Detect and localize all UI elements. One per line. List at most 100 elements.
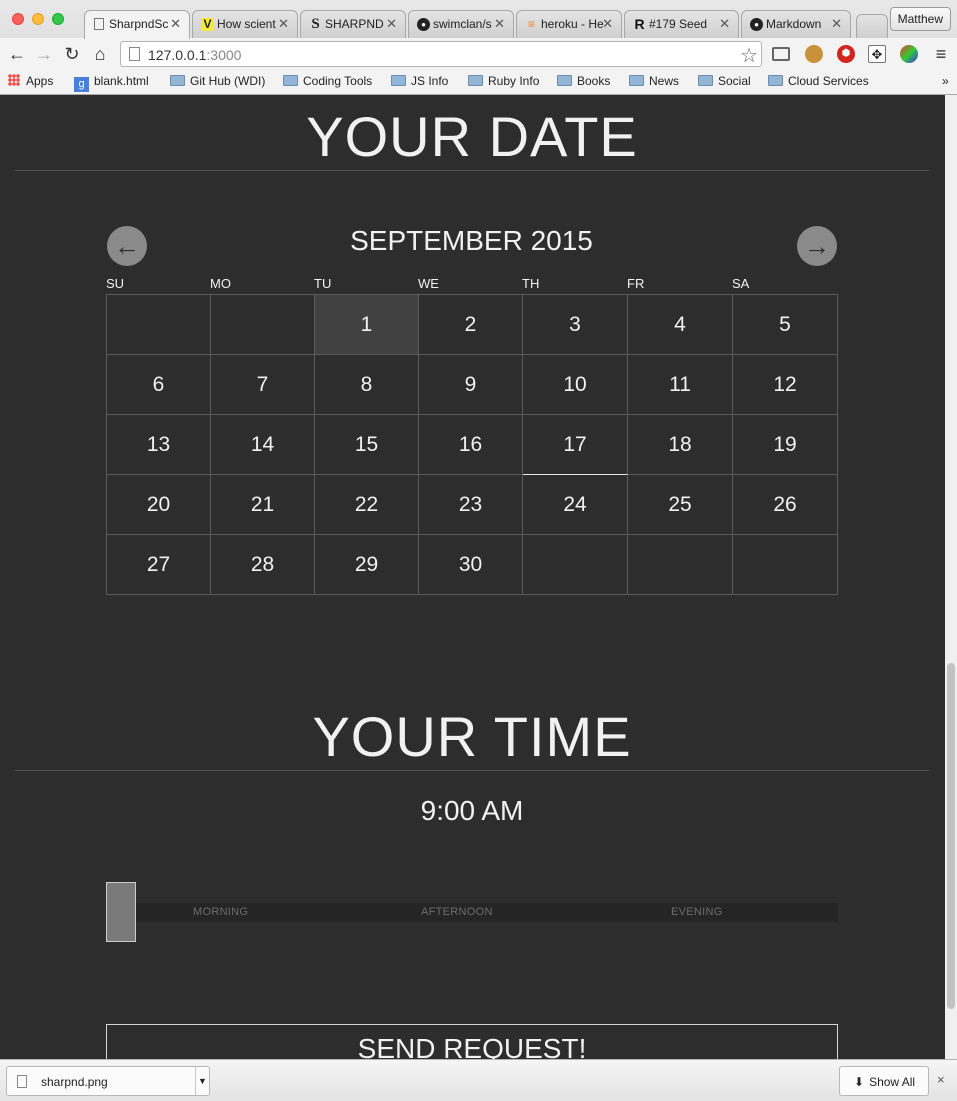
bookmark-label: Coding Tools xyxy=(303,74,373,88)
bookmark-books[interactable]: Books xyxy=(557,74,610,88)
menu-icon[interactable]: ≡ xyxy=(930,43,952,65)
calendar-day[interactable]: 15 xyxy=(315,415,419,475)
calendar-day[interactable]: 9 xyxy=(419,355,523,415)
tab-heroku[interactable]: ≡ heroku - He ✕ xyxy=(516,10,622,38)
page-icon xyxy=(94,18,104,30)
calendar-day[interactable]: 21 xyxy=(211,475,315,535)
page-scrollbar[interactable] xyxy=(945,95,957,1059)
more-bookmarks-icon[interactable]: » xyxy=(942,74,949,88)
calendar-day[interactable]: 1 xyxy=(315,295,419,355)
calendar-day[interactable]: 28 xyxy=(211,535,315,595)
calendar-day[interactable]: 6 xyxy=(107,355,211,415)
tab-how-scient[interactable]: V How scient ✕ xyxy=(192,10,298,38)
close-tab-icon[interactable]: ✕ xyxy=(170,16,181,32)
close-tab-icon[interactable]: ✕ xyxy=(831,16,842,32)
folder-icon xyxy=(468,75,483,86)
tab-sharpnd[interactable]: S SHARPND ✕ xyxy=(300,10,406,38)
calendar-day[interactable]: 18 xyxy=(628,415,733,475)
bookmark-cloud-services[interactable]: Cloud Services xyxy=(768,74,869,88)
calendar-day[interactable]: 24 xyxy=(523,475,628,535)
calendar-day[interactable]: 2 xyxy=(419,295,523,355)
address-bar[interactable]: 127.0.0.1:3000 ☆ xyxy=(120,41,762,67)
calendar-day[interactable]: 26 xyxy=(733,475,838,535)
bookmark-apps[interactable]: Apps xyxy=(8,74,53,88)
folder-icon xyxy=(629,75,644,86)
calendar-day[interactable]: 29 xyxy=(315,535,419,595)
show-all-downloads-button[interactable]: ⬇ Show All xyxy=(839,1066,929,1096)
tab-sharpndsc[interactable]: SharpndSc ✕ xyxy=(84,10,190,39)
calendar-empty-cell xyxy=(523,535,628,595)
time-slider-track[interactable]: MORNING AFTERNOON EVENING xyxy=(106,903,838,922)
calendar-day[interactable]: 12 xyxy=(733,355,838,415)
send-request-button[interactable]: SEND REQUEST! xyxy=(106,1024,838,1059)
calendar-day[interactable]: 7 xyxy=(211,355,315,415)
close-window-icon[interactable] xyxy=(12,13,24,25)
close-tab-icon[interactable]: ✕ xyxy=(494,16,505,32)
calendar-day[interactable]: 23 xyxy=(419,475,523,535)
calendar-day[interactable]: 19 xyxy=(733,415,838,475)
next-month-button[interactable]: → xyxy=(797,226,837,266)
calendar-day[interactable]: 30 xyxy=(419,535,523,595)
close-tab-icon[interactable]: ✕ xyxy=(719,16,730,32)
calendar-day[interactable]: 27 xyxy=(107,535,211,595)
minimize-window-icon[interactable] xyxy=(32,13,44,25)
bookmark-ruby-info[interactable]: Ruby Info xyxy=(468,74,539,88)
chevron-down-icon[interactable]: ▼ xyxy=(195,1067,209,1095)
selected-time: 9:00 AM xyxy=(420,795,524,826)
colorpicker-icon[interactable] xyxy=(900,45,918,63)
bookmark-coding-tools[interactable]: Coding Tools xyxy=(283,74,372,88)
bookmark-star-icon[interactable]: ☆ xyxy=(740,43,758,68)
calendar-day[interactable]: 13 xyxy=(107,415,211,475)
tab-markdown[interactable]: ● Markdown ✕ xyxy=(741,10,851,38)
forward-icon[interactable]: → xyxy=(33,43,55,65)
calendar-day[interactable]: 14 xyxy=(211,415,315,475)
weekday-label: TU xyxy=(314,276,332,291)
calendar-day[interactable]: 17 xyxy=(523,415,628,475)
calendar-day[interactable]: 5 xyxy=(733,295,838,355)
bookmark-git-hub-wdi[interactable]: Git Hub (WDI) xyxy=(170,74,265,88)
folder-icon xyxy=(391,75,406,86)
download-item[interactable]: sharpnd.png ▼ xyxy=(6,1066,210,1096)
close-tab-icon[interactable]: ✕ xyxy=(386,16,397,32)
calendar-day[interactable]: 16 xyxy=(419,415,523,475)
bookmark-social[interactable]: Social xyxy=(698,74,751,88)
bookmark-news[interactable]: News xyxy=(629,74,679,88)
adblock-icon[interactable]: ⬢ xyxy=(837,45,855,63)
url-text[interactable]: 127.0.0.1:3000 xyxy=(148,47,241,63)
close-tab-icon[interactable]: ✕ xyxy=(602,16,613,32)
date-section-title: YOUR DATE xyxy=(15,103,929,171)
home-icon[interactable]: ⌂ xyxy=(89,43,111,65)
reload-icon[interactable]: ↻ xyxy=(61,43,83,65)
tab-swimclan[interactable]: ● swimclan/s ✕ xyxy=(408,10,514,38)
bookmark-label: Cloud Services xyxy=(788,74,869,88)
maximize-window-icon[interactable] xyxy=(52,13,64,25)
scrollbar-thumb[interactable] xyxy=(947,663,955,1009)
cookie-icon[interactable] xyxy=(805,45,823,63)
time-section-title: YOUR TIME xyxy=(15,703,929,771)
profile-button[interactable]: Matthew xyxy=(889,7,951,31)
cast-icon[interactable] xyxy=(772,47,790,61)
back-icon[interactable]: ← xyxy=(6,43,28,65)
calendar-day[interactable]: 22 xyxy=(315,475,419,535)
new-tab-button[interactable] xyxy=(856,14,888,38)
close-tab-icon[interactable]: ✕ xyxy=(278,16,289,32)
browser-chrome: SharpndSc ✕ V How scient ✕ S SHARPND ✕ ●… xyxy=(0,0,957,95)
calendar-day[interactable]: 25 xyxy=(628,475,733,535)
calendar-day[interactable]: 4 xyxy=(628,295,733,355)
resize-icon[interactable]: ✥ xyxy=(868,45,886,63)
tab-strip: SharpndSc ✕ V How scient ✕ S SHARPND ✕ ●… xyxy=(0,0,957,39)
time-slider-handle[interactable] xyxy=(106,882,136,942)
calendar-day[interactable]: 11 xyxy=(628,355,733,415)
calendar-day[interactable]: 8 xyxy=(315,355,419,415)
calendar-day[interactable]: 10 xyxy=(523,355,628,415)
file-icon xyxy=(17,1075,27,1088)
page-icon xyxy=(129,47,140,61)
calendar-day[interactable]: 3 xyxy=(523,295,628,355)
tab-railscasts[interactable]: R #179 Seed ✕ xyxy=(624,10,739,38)
bookmark-blank-html[interactable]: g blank.html xyxy=(74,74,149,92)
close-downloads-icon[interactable]: × xyxy=(937,1072,945,1087)
apps-grid-icon xyxy=(8,74,20,86)
calendar-day[interactable]: 20 xyxy=(107,475,211,535)
period-evening: EVENING xyxy=(671,906,723,918)
bookmark-js-info[interactable]: JS Info xyxy=(391,74,448,88)
